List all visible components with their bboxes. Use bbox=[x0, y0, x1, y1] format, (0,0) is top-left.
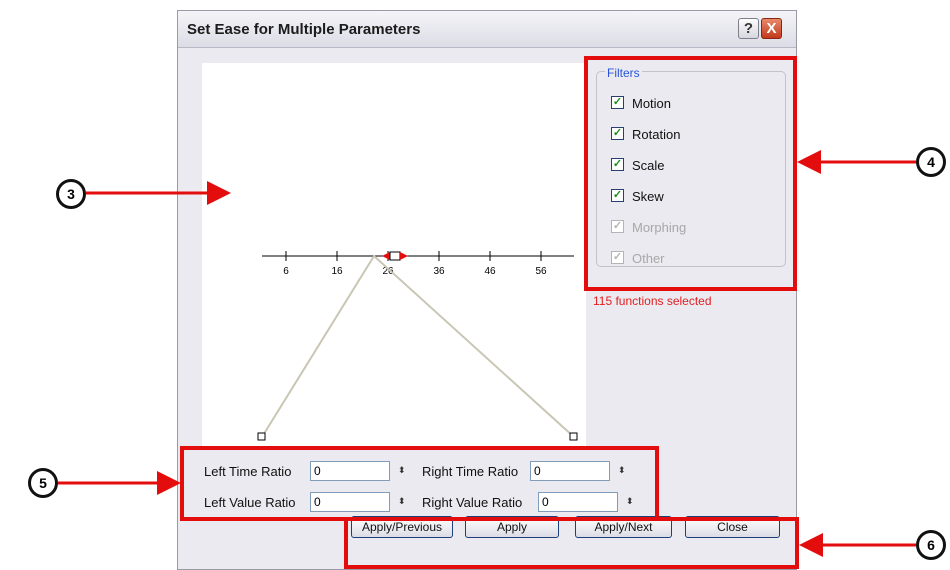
dialog-title: Set Ease for Multiple Parameters bbox=[187, 21, 421, 38]
callout-4: 4 bbox=[916, 147, 946, 177]
close-window-button[interactable]: X bbox=[761, 18, 782, 39]
keyframe-marker[interactable] bbox=[389, 251, 401, 261]
callout-6: 6 bbox=[916, 530, 946, 560]
tick-label: 56 bbox=[535, 266, 547, 277]
title-bar: Set Ease for Multiple Parameters ? X bbox=[178, 11, 796, 48]
ease-curve-editor[interactable]: 6 16 26 36 46 56 bbox=[202, 63, 586, 449]
help-icon: ? bbox=[743, 20, 754, 37]
left-handle[interactable] bbox=[257, 432, 266, 441]
ratios-highlight-box bbox=[180, 446, 659, 521]
callout-3: 3 bbox=[56, 179, 86, 209]
filters-highlight-box bbox=[584, 56, 797, 291]
tick-label: 36 bbox=[433, 266, 445, 277]
right-handle[interactable] bbox=[569, 432, 578, 441]
tick-label: 6 bbox=[283, 266, 289, 277]
tick-label: 16 bbox=[331, 266, 343, 277]
tick-label: 46 bbox=[484, 266, 496, 277]
callout-5: 5 bbox=[28, 468, 58, 498]
right-keyframe-arrow bbox=[400, 252, 408, 260]
ease-curve bbox=[261, 254, 575, 438]
functions-selected-count: 115 functions selected bbox=[593, 294, 712, 308]
left-keyframe-arrow bbox=[382, 252, 390, 260]
help-button[interactable]: ? bbox=[738, 18, 759, 39]
close-icon: X bbox=[766, 20, 777, 37]
buttons-highlight-box bbox=[344, 517, 799, 569]
ease-curve-svg[interactable]: 6 16 26 36 46 56 bbox=[202, 63, 586, 449]
